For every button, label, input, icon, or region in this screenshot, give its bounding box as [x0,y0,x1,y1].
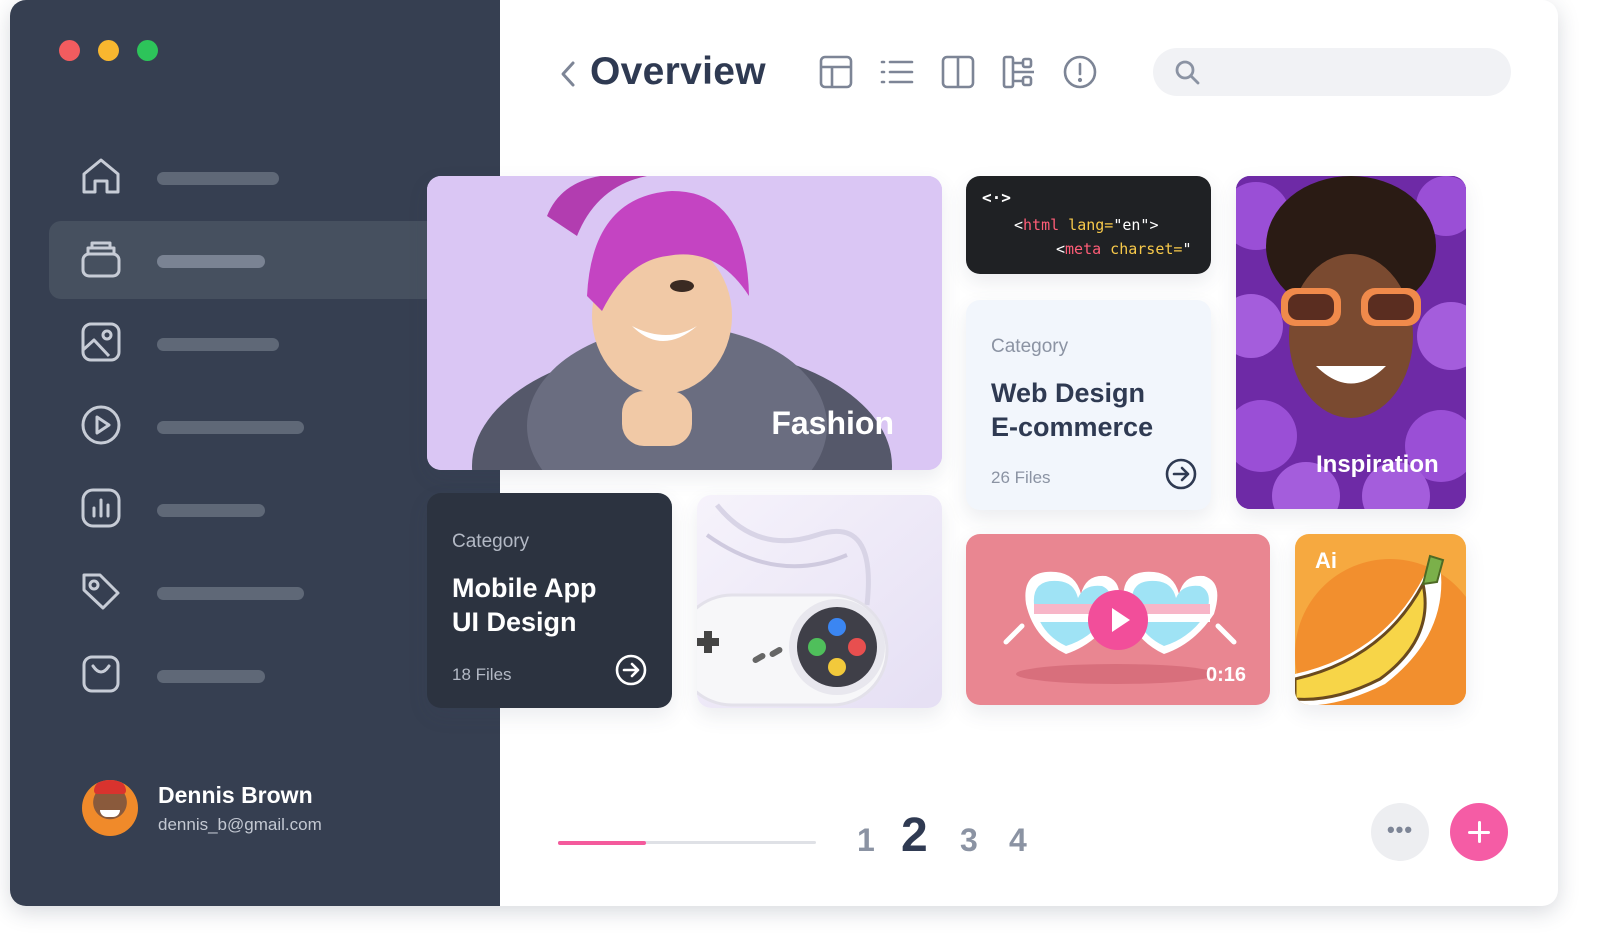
page-title: Overview [590,50,766,93]
ai-label: Ai [1315,548,1337,573]
file-count: 18 Files [452,665,512,684]
sidebar-item-label-placeholder [157,421,304,434]
window-controls [59,40,158,61]
sidebar-item-label-placeholder [157,255,265,268]
gamepad-illustration [697,503,889,707]
page-progress-fill [558,841,646,845]
page-1[interactable]: 1 [857,822,875,859]
web-design-category-card[interactable]: Category Web Design E-commerce 26 Files [966,300,1211,510]
mobile-app-category-card[interactable]: Category Mobile App UI Design 18 Files [427,493,672,708]
sidebar-item-videos[interactable] [49,387,449,465]
sidebar-item-tags[interactable] [49,553,449,631]
sidebar-item-label-placeholder [157,504,265,517]
code-line: <html lang="en"> [1014,216,1159,234]
sidebar-item-images[interactable] [49,304,449,382]
page-2-current[interactable]: 2 [901,808,928,863]
search-input[interactable] [1215,56,1495,88]
page-3[interactable]: 3 [960,822,978,859]
gamepad-card[interactable] [697,495,942,708]
add-button[interactable] [1450,803,1508,861]
tag-icon [79,569,127,617]
image-icon [79,320,127,368]
code-snippet-card[interactable]: <·> <html lang="en"> <meta charset=" [966,176,1211,274]
user-name: Dennis Brown [158,781,313,808]
back-chevron-icon[interactable] [558,58,578,90]
user-email: dennis_b@gmail.com [158,814,322,834]
info-alert-icon[interactable] [1062,54,1098,90]
file-count: 26 Files [991,468,1051,487]
maximize-window-button[interactable] [137,40,158,61]
user-profile[interactable]: Dennis Brown dennis_b@gmail.com [82,780,322,836]
page-4[interactable]: 4 [1009,822,1027,859]
sidebar-item-label-placeholder [157,338,279,351]
shopping-bag-icon [79,652,127,700]
chart-icon [79,486,127,534]
arrow-right-circle-icon[interactable] [614,653,648,687]
sidebar-item-label-placeholder [157,670,265,683]
play-button[interactable] [1088,590,1148,650]
video-card[interactable]: 0:16 [966,534,1270,705]
app-window: Dennis Brown dennis_b@gmail.com Overview [10,0,1558,906]
hierarchy-icon[interactable] [1001,54,1037,90]
home-icon [79,154,127,202]
close-window-button[interactable] [59,40,80,61]
sidebar-item-archive[interactable] [49,221,449,299]
code-icon: <·> [982,188,1011,207]
minimize-window-button[interactable] [98,40,119,61]
search-icon [1173,58,1201,86]
sidebar-item-label-placeholder [157,172,279,185]
list-view-icon[interactable] [879,54,915,90]
page-progress-track [558,841,816,845]
inspiration-card[interactable]: Inspiration [1236,176,1466,509]
code-line: <meta charset=" [1056,240,1192,258]
grid-view-icon[interactable] [818,54,854,90]
sidebar-item-shop[interactable] [49,636,449,714]
fashion-card[interactable]: Fashion [427,176,942,470]
card-label: Inspiration [1316,451,1439,478]
sidebar-item-label-placeholder [157,587,304,600]
ai-banana-card[interactable]: Ai [1295,534,1466,705]
sidebar-item-stats[interactable] [49,470,449,548]
split-view-icon[interactable] [940,54,976,90]
archive-icon [79,237,127,285]
category-label: Category [452,531,530,552]
sidebar-item-home[interactable] [49,138,449,216]
category-label: Category [991,336,1069,357]
category-title: Web Design E-commerce [991,378,1154,442]
avatar [82,780,138,836]
video-duration: 0:16 [1205,664,1246,686]
card-label: Fashion [771,405,894,441]
play-circle-icon [79,403,127,451]
search-bar[interactable] [1153,48,1511,96]
category-title: Mobile App UI Design [452,573,597,637]
arrow-right-circle-icon[interactable] [1164,457,1198,491]
more-options-button[interactable]: ••• [1371,803,1429,861]
